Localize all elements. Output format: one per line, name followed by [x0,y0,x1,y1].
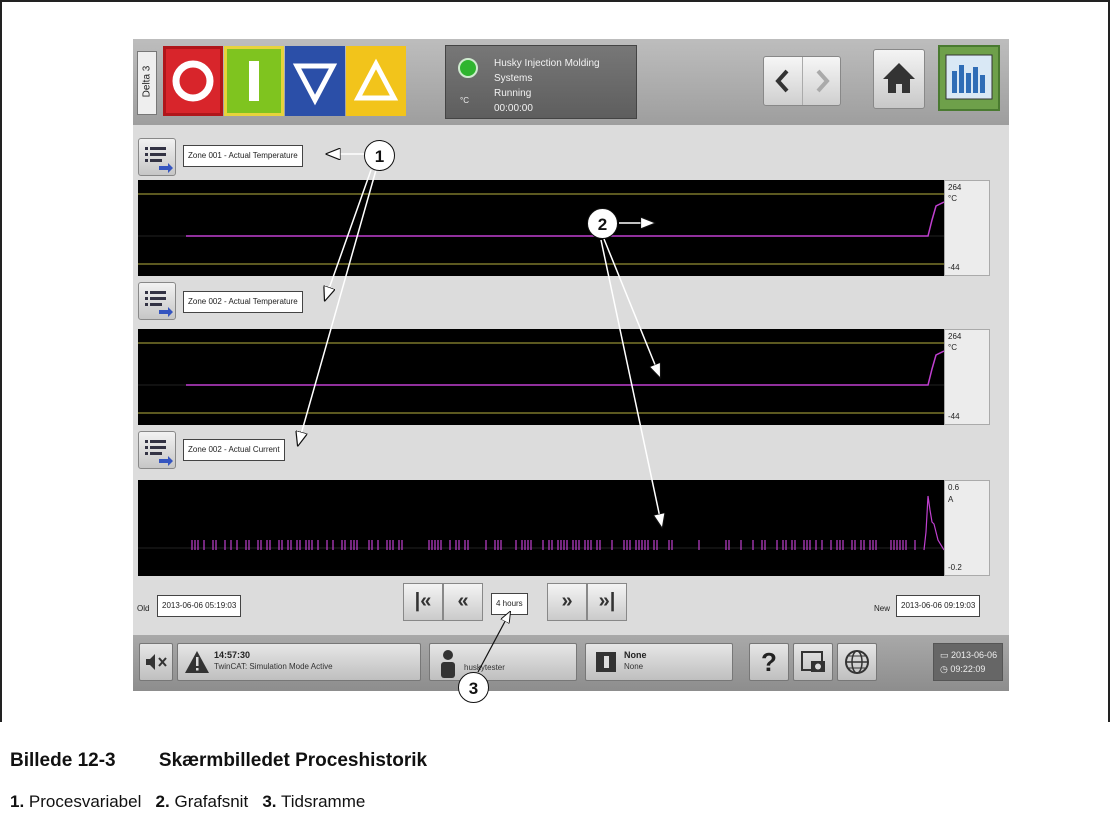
callout-2: 2 [587,208,618,239]
figure-legend: 1. Procesvariabel 2. Grafafsnit 3. Tidsr… [10,792,365,812]
legend-num-2: 2. [155,792,170,811]
legend-text-2: Grafafsnit [174,792,249,811]
figure-number: Billede 12-3 [10,750,116,771]
legend-text-1: Procesvariabel [28,792,142,811]
figure-title: Skærmbilledet Proceshistorik [158,750,428,771]
callout-1: 1 [364,140,395,171]
legend-num-3: 3. [262,792,277,811]
callout-arrows [0,0,1114,673]
legend-num-1: 1. [10,792,25,811]
figure-caption: Billede 12-3 Skærmbilledet Proceshistori… [10,750,427,772]
callout-3: 3 [458,672,489,703]
legend-text-3: Tidsramme [280,792,366,811]
